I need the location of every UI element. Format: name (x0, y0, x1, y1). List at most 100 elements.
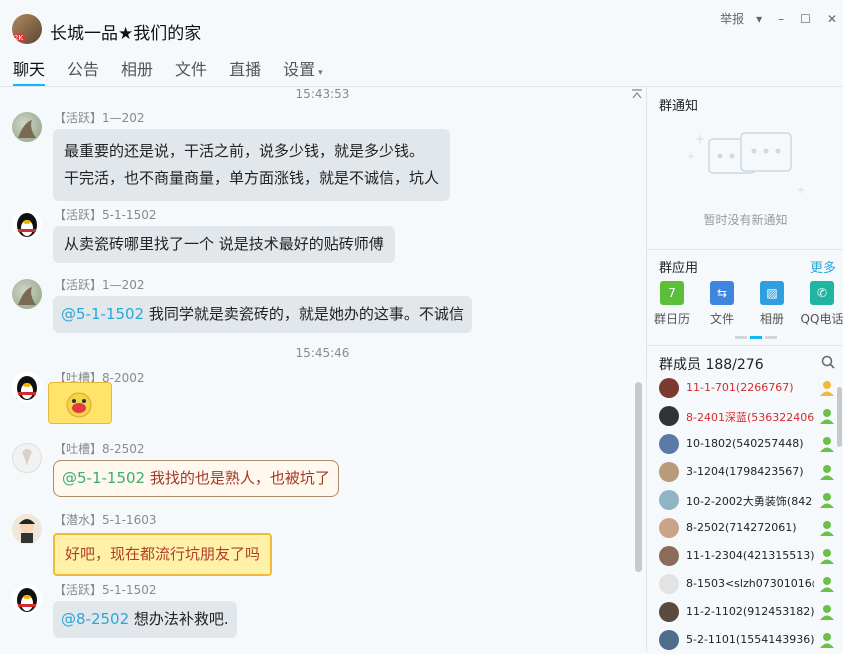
message-text: 想办法补救吧. (129, 610, 229, 628)
chat-message: 【活跃】5-1-1502 从卖瓷砖哪里找了一个 说是技术最好的贴砖师傅 (0, 206, 640, 266)
minimize-icon[interactable]: – (778, 12, 784, 26)
message-line: 最重要的还是说，干活之前，说多少钱，就是多少钱。 (64, 142, 425, 160)
pager-dot-active[interactable] (750, 336, 762, 339)
member-row[interactable]: 8-2502(714272061) (647, 514, 843, 542)
app-files[interactable]: ⇆ 文件 (697, 281, 747, 327)
svg-text:+: + (797, 185, 805, 196)
message-bubble[interactable]: @8-2502 想办法补救吧. (53, 601, 237, 638)
caret-down-icon: ▾ (318, 68, 323, 78)
message-bubble[interactable]: 好吧，现在都流行坑朋友了吗 (53, 533, 273, 576)
phone-icon: ✆ (810, 281, 834, 305)
chat-message: 【活跃】1—202 @5-1-1502 我同学就是卖瓷砖的，就是她办的这事。不诚… (0, 276, 640, 336)
svg-text:+: + (695, 132, 705, 146)
message-line: 干完活，也不商量商量，单方面涨钱，就是不诚信，坑人 (64, 169, 440, 187)
member-name: 5-2-1101(1554143936) (686, 633, 814, 646)
member-avatar[interactable] (659, 490, 679, 510)
tab-announcement[interactable]: 公告 (67, 56, 99, 84)
avatar[interactable] (12, 514, 42, 544)
app-qq-call[interactable]: ✆ QQ电话 (797, 281, 843, 327)
chat-panel[interactable]: 15:43:53 【活跃】1—202 最重要的还是说，干活之前，说多少钱，就是多… (0, 87, 645, 652)
member-avatar[interactable] (659, 406, 679, 426)
pager-dot[interactable] (765, 336, 777, 339)
more-apps-link[interactable]: 更多 (810, 257, 836, 276)
tab-live[interactable]: 直播 (229, 56, 261, 84)
sender-name: 【潜水】5-1-1603 (54, 513, 157, 527)
member-row[interactable]: 8-2401深蓝(536322406) (647, 402, 843, 430)
member-avatar[interactable] (659, 518, 679, 538)
avatar[interactable] (12, 443, 42, 473)
mention-link[interactable]: @5-1-1502 (62, 469, 145, 487)
tab-album[interactable]: 相册 (121, 56, 153, 84)
member-role-icon (819, 379, 835, 397)
notice-empty-illustration: + + + (687, 121, 807, 205)
member-role-icon (819, 463, 835, 481)
tab-files[interactable]: 文件 (175, 56, 207, 84)
member-role-icon (819, 491, 835, 509)
chat-message: 【潜水】5-1-1603 好吧，现在都流行坑朋友了吗 (0, 511, 640, 576)
member-avatar[interactable] (659, 378, 679, 398)
group-title: 长城一品★我们的家 (50, 24, 202, 44)
mention-link[interactable]: @5-1-1502 (61, 305, 144, 323)
penguin-avatar[interactable] (12, 584, 42, 614)
maximize-icon[interactable]: ☐ (800, 12, 811, 26)
pager-dot[interactable] (735, 336, 747, 339)
sender-name: 【活跃】5-1-1502 (54, 208, 157, 222)
sticker-emoji[interactable] (48, 382, 112, 424)
divider (647, 249, 843, 250)
mention-link[interactable]: @8-2502 (61, 610, 129, 628)
member-row[interactable]: 5-2-1101(1554143936) (647, 626, 843, 654)
penguin-avatar[interactable] (12, 372, 42, 402)
member-name: 10-1802(540257448) (686, 437, 804, 450)
notice-empty-text: 暂时没有新通知 (703, 213, 788, 227)
tab-settings[interactable]: 设置 ▾ (283, 56, 323, 84)
app-pager (735, 336, 777, 339)
window-controls: 举报 ▾ – ☐ ✕ (720, 10, 837, 27)
member-row[interactable]: 3-1204(1798423567) (647, 458, 843, 486)
member-row[interactable]: 11-1-701(2266767) (647, 374, 843, 402)
message-bubble[interactable]: 最重要的还是说，干活之前，说多少钱，就是多少钱。 干完活，也不商量商量，单方面涨… (53, 129, 451, 201)
group-avatar[interactable]: 2K (12, 14, 42, 44)
member-row[interactable]: 11-1-2304(421315513) (647, 542, 843, 570)
member-avatar[interactable] (659, 602, 679, 622)
app-calendar[interactable]: 7 群日历 (647, 281, 697, 327)
message-bubble[interactable]: @5-1-1502 我同学就是卖瓷砖的，就是她办的这事。不诚信 (53, 296, 472, 333)
message-bubble[interactable]: @5-1-1502 我找的也是熟人，也被坑了 (53, 460, 339, 497)
search-icon[interactable] (821, 354, 835, 369)
chat-message: 【活跃】5-1-1502 @8-2502 想办法补救吧. (0, 581, 640, 645)
report-button[interactable]: 举报 (720, 10, 744, 27)
photo-icon: ▨ (760, 281, 784, 305)
message-text: 我同学就是卖瓷砖的，就是她办的这事。不诚信 (144, 305, 464, 323)
member-role-icon (819, 547, 835, 565)
penguin-avatar[interactable] (12, 209, 42, 239)
title-bar: 2K 长城一品★我们的家 举报 ▾ – ☐ ✕ (0, 0, 843, 48)
member-avatar[interactable] (659, 630, 679, 650)
member-row[interactable]: 11-2-1102(912453182) (647, 598, 843, 626)
dropdown-icon[interactable]: ▾ (756, 12, 762, 26)
app-list: 7 群日历 ⇆ 文件 ▨ 相册 ✆ QQ电话 (647, 281, 843, 331)
member-name: 8-2401深蓝(536322406) (686, 411, 814, 424)
close-icon[interactable]: ✕ (827, 12, 837, 26)
message-text: 从卖瓷砖哪里找了一个 说是技术最好的贴砖师傅 (64, 235, 384, 253)
member-row[interactable]: 10-1802(540257448) (647, 430, 843, 458)
tab-settings-label: 设置 (283, 60, 316, 79)
svg-text:+: + (687, 152, 695, 162)
avatar[interactable] (12, 279, 42, 309)
members-title: 群成员 188/276 (659, 357, 764, 373)
member-role-icon (819, 435, 835, 453)
member-avatar[interactable] (659, 546, 679, 566)
avatar[interactable] (12, 112, 42, 142)
app-label: 相册 (759, 312, 784, 326)
app-label: 群日历 (653, 312, 690, 326)
chat-message: 【吐槽】8-2502 @5-1-1502 我找的也是熟人，也被坑了 (0, 440, 640, 502)
member-row[interactable]: 10-2-2002大勇装饰(842 (647, 486, 843, 514)
app-album[interactable]: ▨ 相册 (747, 281, 797, 327)
sender-name: 【活跃】5-1-1502 (54, 583, 157, 597)
member-avatar[interactable] (659, 574, 679, 594)
message-bubble[interactable]: 从卖瓷砖哪里找了一个 说是技术最好的贴砖师傅 (53, 226, 395, 263)
member-row[interactable]: 8-1503<slzh07301016@ (647, 570, 843, 598)
sender-name: 【活跃】1—202 (54, 111, 145, 125)
member-name: 11-1-701(2266767) (686, 381, 794, 394)
member-avatar[interactable] (659, 434, 679, 454)
member-avatar[interactable] (659, 462, 679, 482)
tab-chat[interactable]: 聊天 (13, 56, 46, 86)
